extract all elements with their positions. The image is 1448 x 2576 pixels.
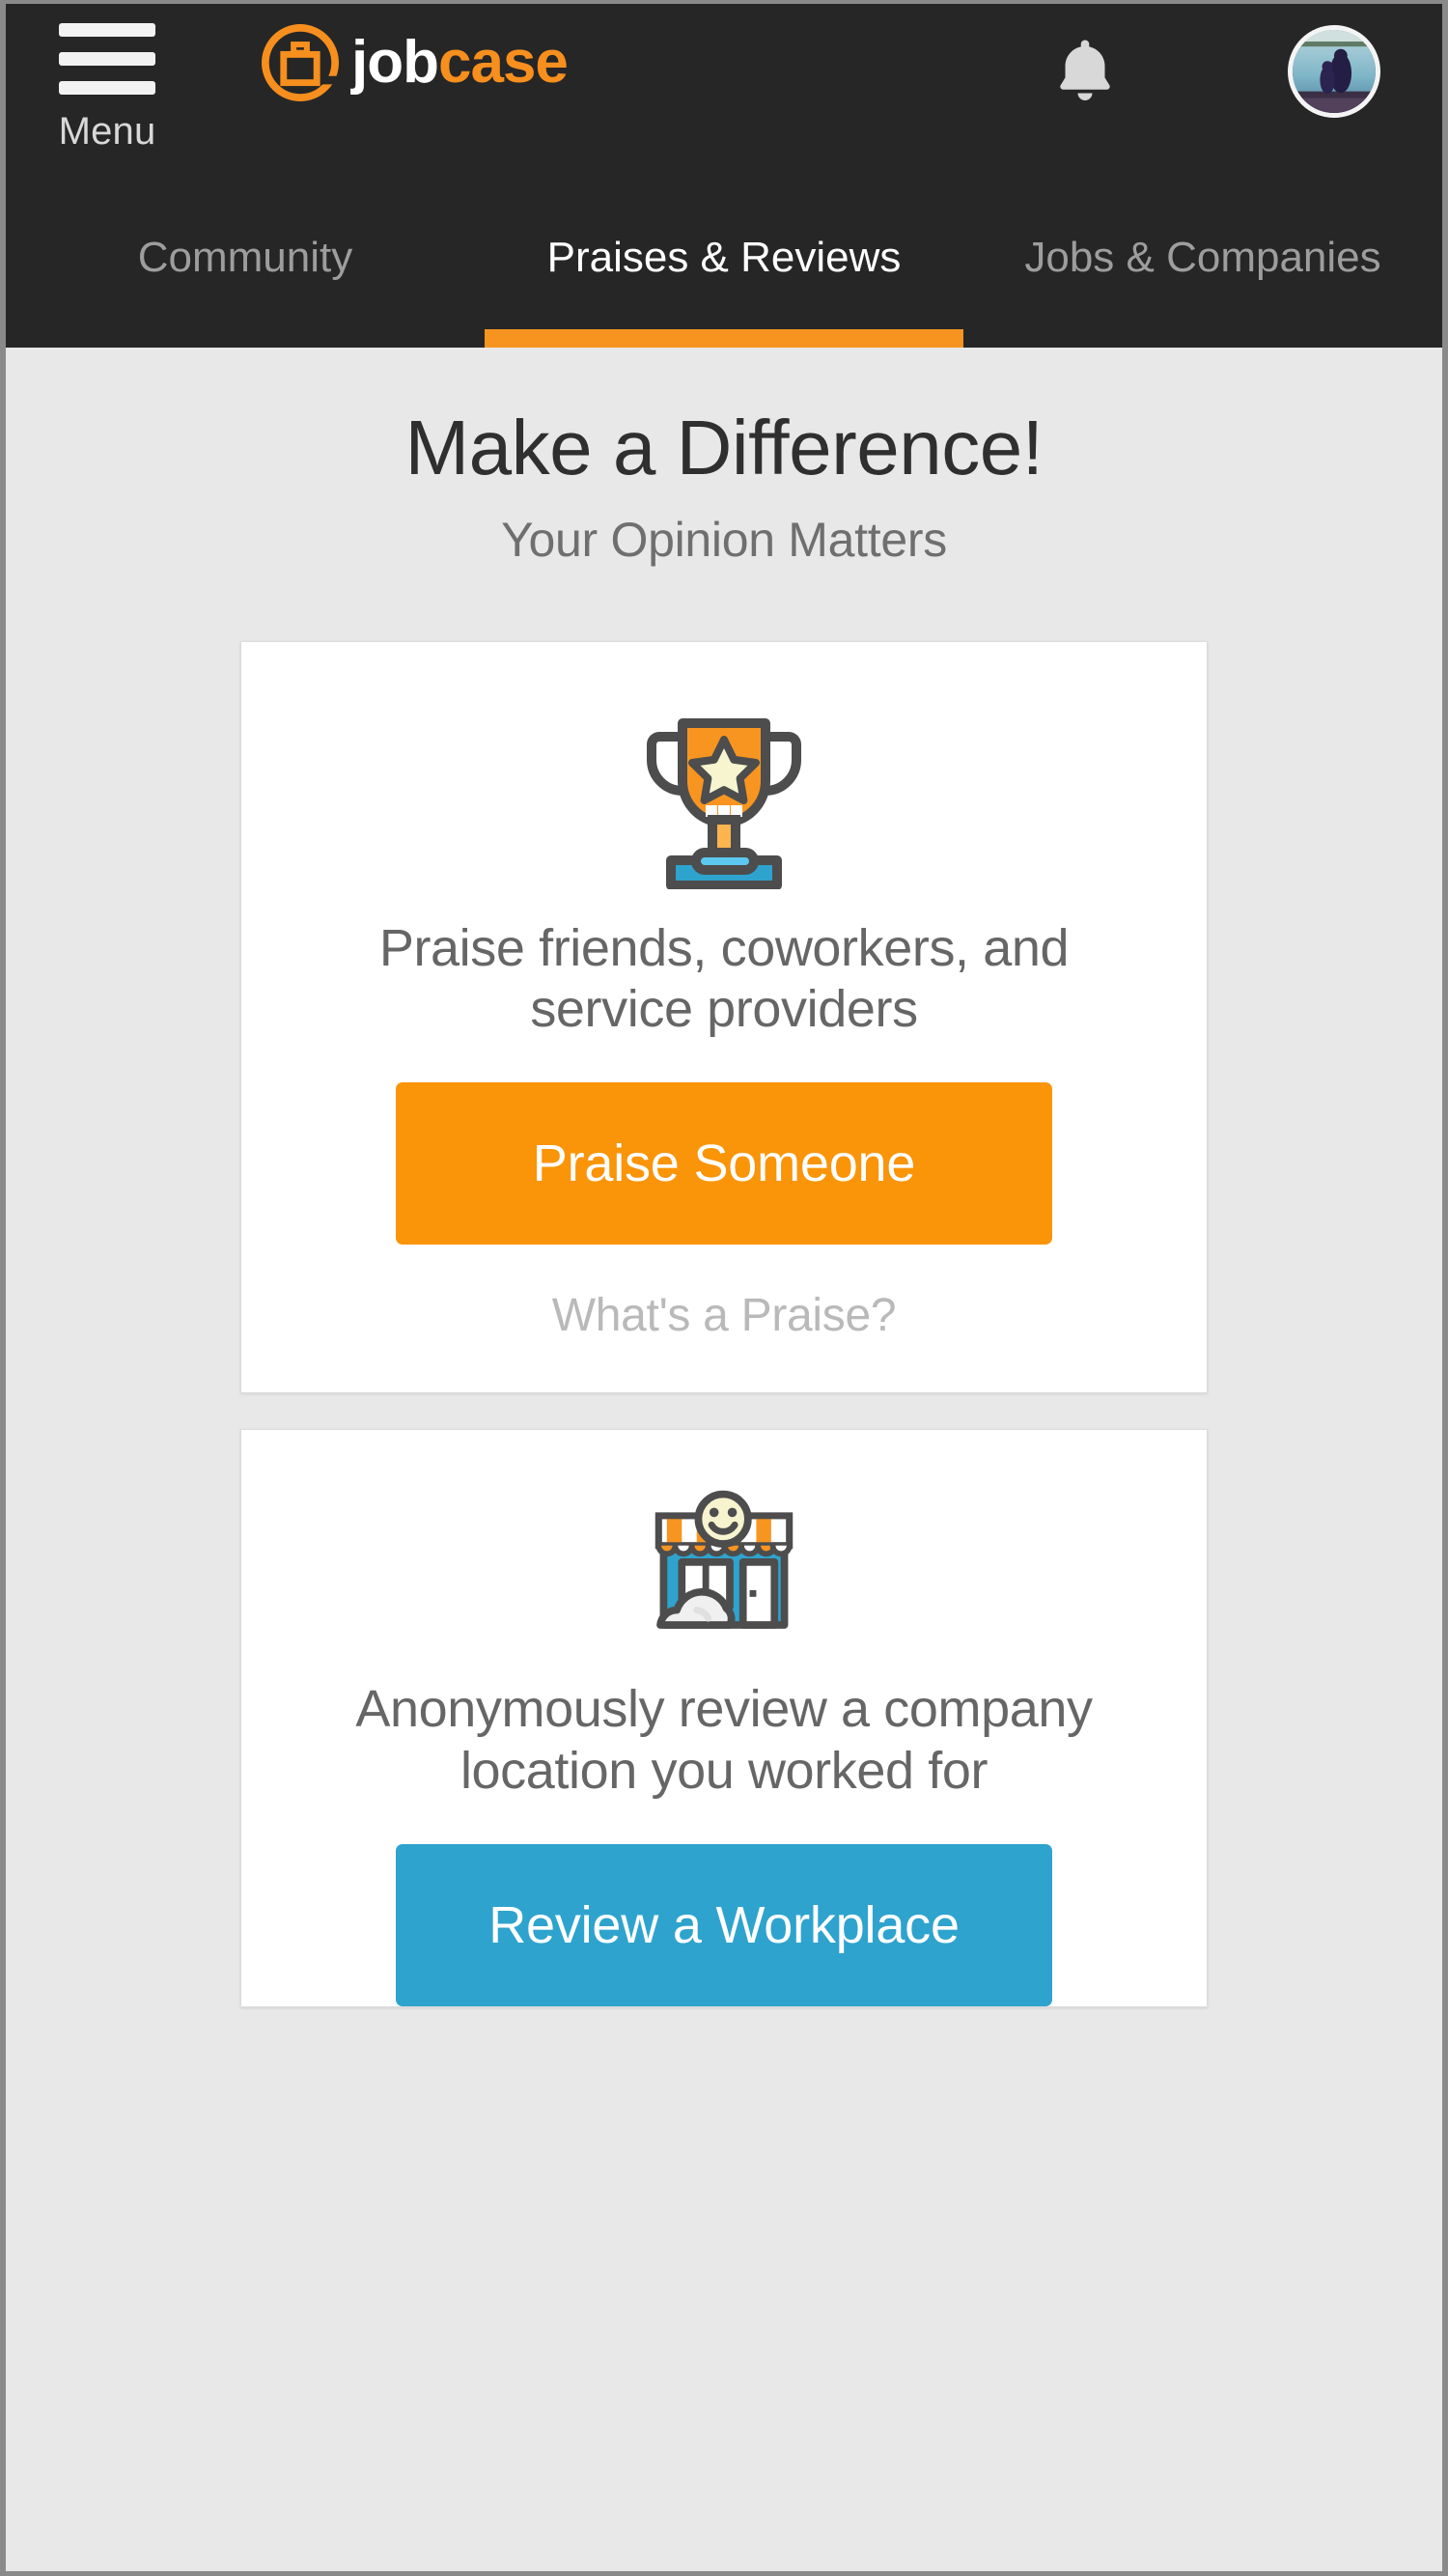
app-page: Menu jobcase Community Praises & Reviews… — [0, 0, 1448, 2576]
tab-active-underline — [485, 329, 963, 348]
praise-card-text: Praise friends, coworkers, and service p… — [378, 919, 1070, 1039]
user-avatar-photo — [1293, 30, 1376, 113]
app-header: Menu jobcase Community Praises & Reviews… — [6, 4, 1442, 348]
menu-button-label: Menu — [58, 110, 156, 153]
primary-tabs: Community Praises & Reviews Jobs & Compa… — [6, 212, 1442, 348]
tab-community-label: Community — [137, 234, 353, 281]
tab-underline — [963, 329, 1442, 348]
hamburger-bar — [59, 81, 155, 95]
avatar[interactable] — [1288, 25, 1380, 118]
tab-jobs-companies[interactable]: Jobs & Companies — [963, 212, 1442, 348]
notifications-button[interactable] — [1046, 33, 1124, 110]
storefront-icon — [654, 1491, 794, 1630]
brand-wordmark-job: job — [351, 29, 439, 96]
hamburger-icon — [59, 15, 155, 95]
bell-icon — [1060, 40, 1110, 100]
whats-a-praise-link[interactable]: What's a Praise? — [241, 1289, 1207, 1342]
hamburger-bar — [59, 52, 155, 66]
praise-someone-button[interactable]: Praise Someone — [396, 1082, 1052, 1246]
hamburger-bar — [59, 23, 155, 37]
review-card: Anonymously review a company location yo… — [240, 1429, 1208, 2007]
review-card-text: Anonymously review a company location yo… — [355, 1680, 1093, 1800]
hero-section: Make a Difference! Your Opinion Matters — [6, 348, 1442, 568]
jobcase-logo[interactable]: jobcase — [259, 21, 569, 104]
briefcase-circle-icon — [262, 24, 339, 101]
tab-community[interactable]: Community — [6, 212, 485, 348]
review-a-workplace-button[interactable]: Review a Workplace — [396, 1843, 1052, 2006]
tab-underline — [6, 329, 485, 348]
tab-jobs-companies-label: Jobs & Companies — [1024, 234, 1381, 281]
brand-wordmark: jobcase — [351, 21, 569, 104]
praise-card: Praise friends, coworkers, and service p… — [240, 641, 1208, 1394]
page-title: Make a Difference! — [404, 405, 1044, 490]
tab-praises-reviews-label: Praises & Reviews — [546, 234, 902, 281]
brand-wordmark-case: case — [437, 29, 569, 96]
page-subtitle: Your Opinion Matters — [501, 513, 947, 567]
tab-praises-reviews[interactable]: Praises & Reviews — [485, 212, 963, 348]
trophy-icon — [647, 718, 801, 889]
menu-button[interactable]: Menu — [44, 15, 170, 154]
